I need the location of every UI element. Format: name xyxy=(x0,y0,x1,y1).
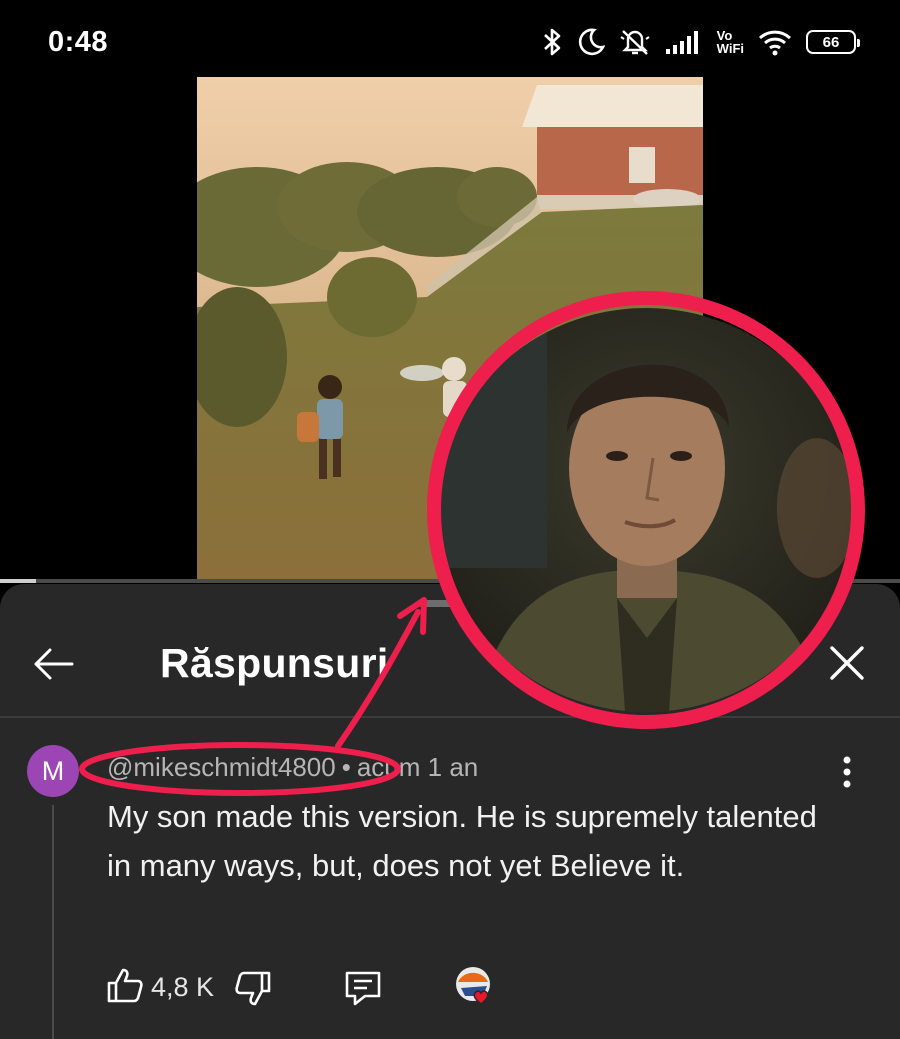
header-divider xyxy=(0,716,900,718)
creator-heart-badge xyxy=(453,964,501,1012)
do-not-disturb-moon-icon xyxy=(578,28,605,56)
muted-bell-icon xyxy=(620,30,650,55)
comment-actions: 4,8 K xyxy=(105,962,525,1012)
more-vertical-icon xyxy=(843,756,851,788)
comment-text: My son made this version. He is supremel… xyxy=(107,799,817,883)
video-progress-fill xyxy=(0,579,36,583)
sheet-title: Răspunsuri xyxy=(160,640,389,686)
status-bar: 0:48 Vo WiFi 66 xyxy=(0,0,900,80)
creator-avatar-with-heart-icon xyxy=(456,967,490,1005)
battery-indicator: 66 xyxy=(806,30,860,54)
dislike-button[interactable] xyxy=(233,968,273,1008)
close-icon xyxy=(830,646,864,680)
reply-button[interactable] xyxy=(343,968,383,1008)
like-button[interactable] xyxy=(105,966,145,1006)
back-button[interactable] xyxy=(30,640,78,688)
thread-line xyxy=(52,805,54,1039)
thumbs-up-icon xyxy=(107,968,143,1003)
zoomed-face-image xyxy=(437,308,855,712)
wifi-icon xyxy=(758,30,792,56)
bluetooth-icon xyxy=(543,28,560,56)
avatar[interactable]: M xyxy=(27,745,79,797)
like-count: 4,8 K xyxy=(151,972,215,1002)
vowifi-indicator: Vo WiFi xyxy=(716,28,744,56)
meta-separator: • xyxy=(341,752,351,782)
close-button[interactable] xyxy=(826,642,868,684)
thumbs-down-icon xyxy=(235,971,271,1006)
comment-time: acum 1 an xyxy=(356,752,479,782)
status-time: 0:48 xyxy=(48,26,109,58)
comment-author[interactable]: @mikeschmidt4800 xyxy=(107,752,336,782)
arrow-left-icon xyxy=(34,648,74,680)
signal-icon xyxy=(665,31,698,54)
more-options-button[interactable] xyxy=(830,752,864,792)
man-portrait-image xyxy=(437,308,855,712)
comment-bubble-icon xyxy=(345,971,381,1006)
status-icons: Vo WiFi 66 xyxy=(541,22,860,62)
comment-meta: @mikeschmidt4800 • acum 1 an xyxy=(107,752,478,783)
